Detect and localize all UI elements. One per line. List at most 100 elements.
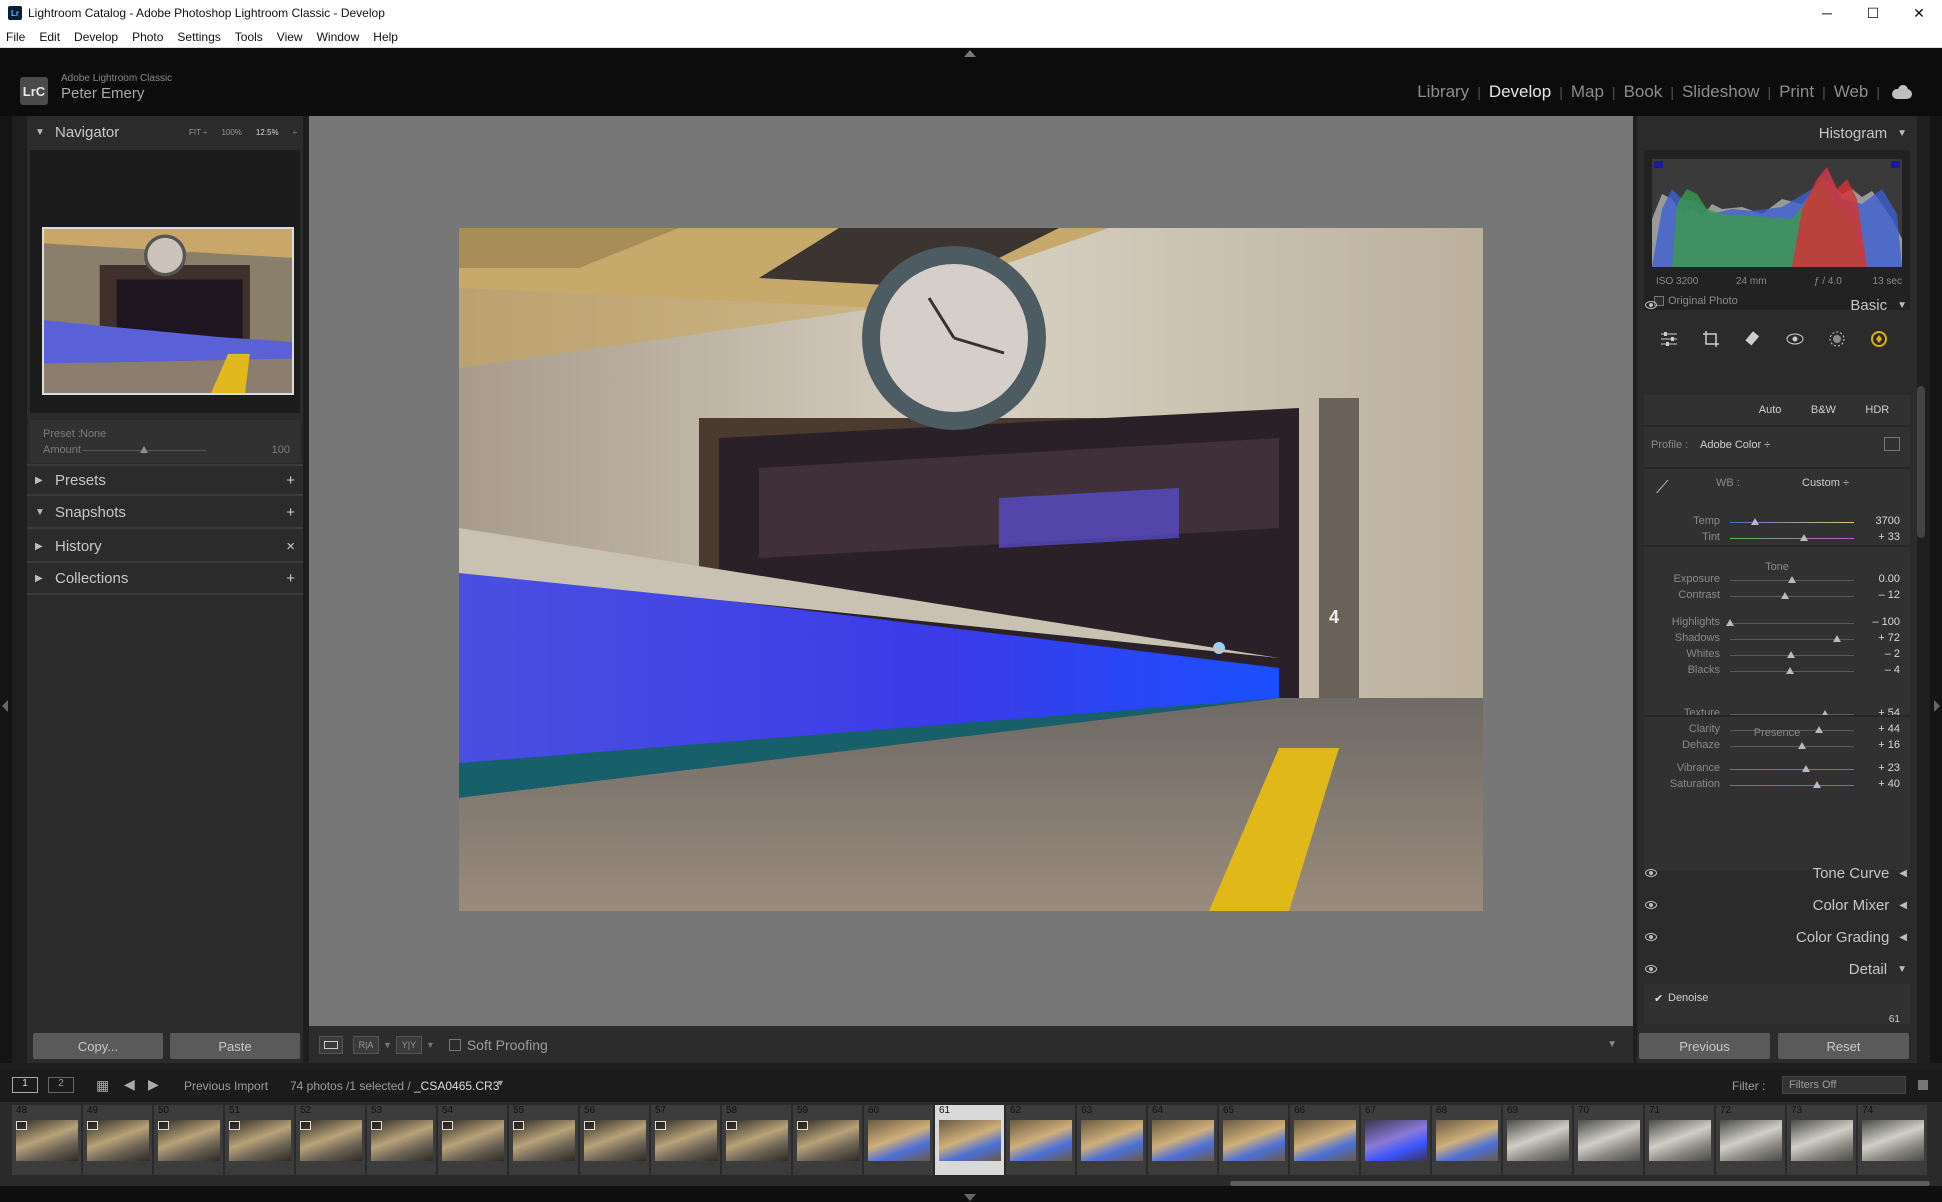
histogram-graph[interactable]	[1652, 159, 1902, 267]
copy-button[interactable]: Copy...	[33, 1033, 163, 1059]
tint-track[interactable]	[1730, 538, 1854, 539]
forward-arrow-icon[interactable]: ▶	[148, 1076, 159, 1093]
dehaze-track[interactable]	[1730, 746, 1854, 747]
filmstrip-cell[interactable]: 51	[225, 1105, 295, 1175]
module-print[interactable]: Print	[1771, 82, 1822, 102]
cell-thumbnail[interactable]	[939, 1120, 1001, 1161]
menu-develop[interactable]: Develop	[74, 30, 118, 44]
zoom-100[interactable]: 100%	[221, 128, 241, 137]
right-edge-toggle[interactable]	[1930, 116, 1942, 1063]
navigator-header[interactable]: ▼ Navigator FIT ÷ 100% 12.5% ÷	[27, 118, 303, 146]
temp-value[interactable]: 3700	[1860, 515, 1900, 527]
cell-thumbnail[interactable]	[1365, 1120, 1427, 1161]
add-preset-icon[interactable]: +	[286, 472, 295, 489]
presets-header[interactable]: ▶ Presets +	[27, 466, 303, 494]
basic-header[interactable]: Basic ▼	[1637, 292, 1917, 318]
cell-thumbnail[interactable]	[1578, 1120, 1640, 1161]
previous-button[interactable]: Previous	[1639, 1033, 1770, 1059]
cell-thumbnail[interactable]	[1791, 1120, 1853, 1161]
denoise-checkbox[interactable]: ✔	[1654, 992, 1663, 1005]
visibility-eye-icon[interactable]	[1645, 869, 1657, 877]
visibility-eye-icon[interactable]	[1645, 901, 1657, 909]
contrast-slider[interactable]: Contrast – 12	[1644, 587, 1910, 605]
filmstrip-cell[interactable]: 58	[722, 1105, 792, 1175]
filmstrip-cell[interactable]: 56	[580, 1105, 650, 1175]
cell-thumbnail[interactable]	[1223, 1120, 1285, 1161]
visibility-eye-icon[interactable]	[1645, 301, 1657, 309]
cell-thumbnail[interactable]	[868, 1120, 930, 1161]
color-mixer-header[interactable]: Color Mixer ◀	[1637, 892, 1917, 918]
tint-value[interactable]: + 33	[1860, 531, 1900, 543]
cell-thumbnail[interactable]	[1720, 1120, 1782, 1161]
tint-knob[interactable]	[1800, 534, 1809, 541]
navigator-preview[interactable]	[30, 150, 300, 413]
filmstrip-cell[interactable]: 63	[1077, 1105, 1147, 1175]
saturation-slider[interactable]: Saturation + 40	[1644, 776, 1910, 794]
menu-photo[interactable]: Photo	[132, 30, 163, 44]
swap-dropdown-icon[interactable]: ▼	[426, 1040, 435, 1050]
exposure-knob[interactable]	[1788, 576, 1796, 583]
histogram-header[interactable]: Histogram ▼	[1637, 120, 1917, 146]
cell-thumbnail[interactable]	[1010, 1120, 1072, 1161]
module-book[interactable]: Book	[1616, 82, 1671, 102]
module-slideshow[interactable]: Slideshow	[1674, 82, 1768, 102]
paste-button[interactable]: Paste	[170, 1033, 300, 1059]
cell-thumbnail[interactable]	[1152, 1120, 1214, 1161]
filmstrip-cell[interactable]: 61	[935, 1105, 1005, 1175]
dehaze-value[interactable]: + 16	[1860, 739, 1900, 751]
vibrance-track[interactable]	[1730, 769, 1854, 770]
filmstrip-cell[interactable]: 49	[83, 1105, 153, 1175]
minimize-button[interactable]: ─	[1804, 0, 1850, 26]
exposure-value[interactable]: 0.00	[1860, 573, 1900, 585]
filmstrip-cell[interactable]: 60	[864, 1105, 934, 1175]
auto-button[interactable]: Auto	[1759, 404, 1782, 416]
shadows-value[interactable]: + 72	[1860, 632, 1900, 644]
bw-button[interactable]: B&W	[1811, 404, 1836, 416]
before-after-button[interactable]: R|A	[353, 1035, 379, 1054]
menu-tools[interactable]: Tools	[235, 30, 263, 44]
cell-thumbnail[interactable]	[1649, 1120, 1711, 1161]
maximize-button[interactable]: ☐	[1850, 0, 1896, 26]
color-grading-header[interactable]: Color Grading ◀	[1637, 924, 1917, 950]
filmstrip-cell[interactable]: 64	[1148, 1105, 1218, 1175]
saturation-track[interactable]	[1730, 785, 1854, 786]
filmstrip-cell[interactable]: 53	[367, 1105, 437, 1175]
before-after-dropdown-icon[interactable]: ▼	[383, 1040, 392, 1050]
menu-file[interactable]: File	[6, 30, 25, 44]
wb-dropdown[interactable]: Custom ÷	[1802, 477, 1849, 489]
filmstrip-cell[interactable]: 57	[651, 1105, 721, 1175]
main-window-button[interactable]: 1	[12, 1077, 38, 1093]
add-snapshot-icon[interactable]: +	[286, 504, 295, 521]
collections-header[interactable]: ▶ Collections +	[27, 564, 303, 592]
profile-dropdown[interactable]: Adobe Color ÷	[1700, 439, 1770, 451]
saturation-knob[interactable]	[1812, 781, 1821, 788]
filmstrip-cell[interactable]: 73	[1787, 1105, 1857, 1175]
tone-curve-header[interactable]: Tone Curve ◀	[1637, 860, 1917, 886]
temp-track[interactable]	[1730, 522, 1854, 523]
amount-slider-knob[interactable]	[140, 446, 148, 453]
contrast-knob[interactable]	[1780, 592, 1789, 599]
dehaze-knob[interactable]	[1797, 742, 1806, 749]
blacks-knob[interactable]	[1785, 667, 1794, 674]
filmstrip-cell[interactable]: 72	[1716, 1105, 1786, 1175]
secondary-window-button[interactable]: 2	[48, 1077, 74, 1093]
cell-thumbnail[interactable]	[1436, 1120, 1498, 1161]
soft-proofing-checkbox[interactable]	[448, 1038, 461, 1051]
filmstrip-cell[interactable]: 50	[154, 1105, 224, 1175]
right-panel-scrollbar[interactable]	[1917, 386, 1925, 538]
filmstrip-cell[interactable]: 67	[1361, 1105, 1431, 1175]
filmstrip-cell[interactable]: 55	[509, 1105, 579, 1175]
source-label[interactable]: Previous Import	[184, 1079, 268, 1093]
module-web[interactable]: Web	[1826, 82, 1877, 102]
filmstrip-cell[interactable]: 54	[438, 1105, 508, 1175]
menu-view[interactable]: View	[277, 30, 303, 44]
module-develop[interactable]: Develop	[1481, 82, 1559, 102]
filmstrip-cell[interactable]: 62	[1006, 1105, 1076, 1175]
clear-history-icon[interactable]: ×	[286, 538, 295, 555]
menu-settings[interactable]: Settings	[177, 30, 220, 44]
snapshots-header[interactable]: ▼ Snapshots +	[27, 498, 303, 526]
filmstrip-cell[interactable]: 70	[1574, 1105, 1644, 1175]
saturation-value[interactable]: + 40	[1860, 778, 1900, 790]
whites-value[interactable]: – 2	[1860, 648, 1900, 660]
menu-edit[interactable]: Edit	[39, 30, 60, 44]
